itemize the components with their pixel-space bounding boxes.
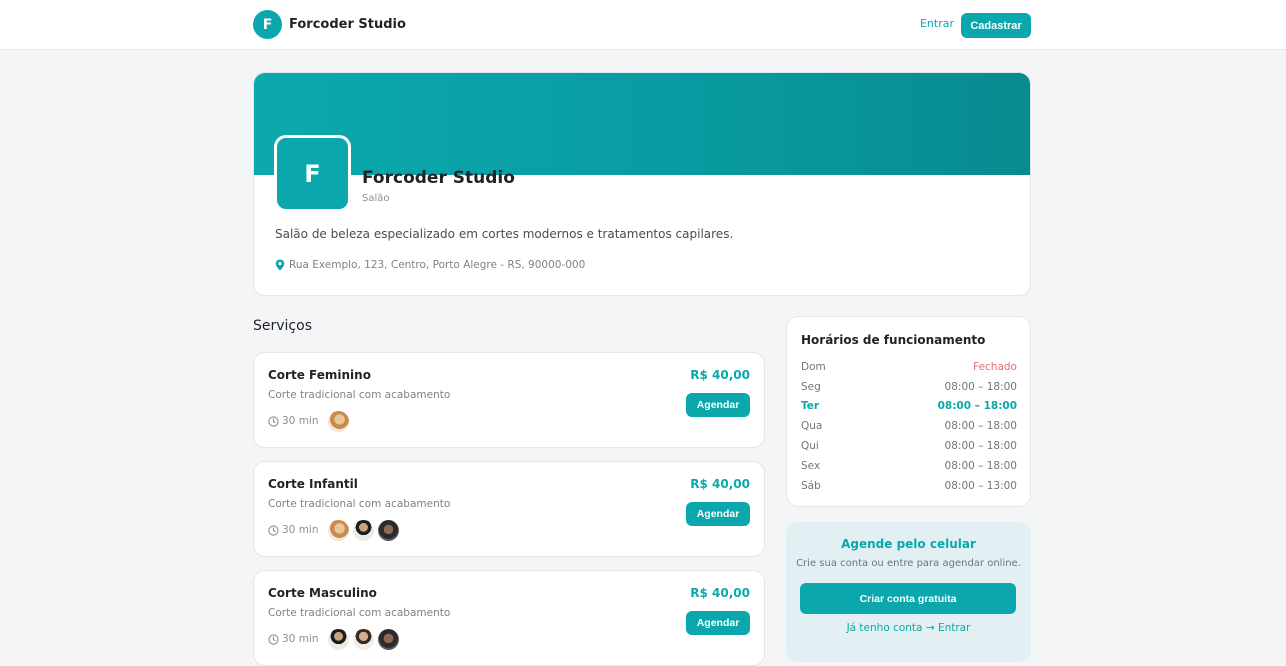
book-button[interactable]: Agendar <box>686 393 750 417</box>
hours-day: Qua <box>801 420 823 433</box>
service-description: Corte tradicional com acabamento <box>268 607 451 619</box>
business-address: Rua Exemplo, 123, Centro, Porto Alegre -… <box>275 259 585 271</box>
brand[interactable]: F Forcoder Studio <box>253 10 406 39</box>
create-account-button[interactable]: Criar conta gratuita <box>800 583 1016 614</box>
professional-avatar[interactable] <box>352 628 374 650</box>
brand-name: Forcoder Studio <box>289 17 406 32</box>
hours-row: Seg 08:00 – 18:00 <box>801 377 1017 397</box>
hours-row: Qui 08:00 – 18:00 <box>801 436 1017 456</box>
duration-text: 30 min <box>282 524 319 536</box>
service-duration: 30 min <box>268 633 319 645</box>
business-description: Salão de beleza especializado em cortes … <box>275 227 734 241</box>
book-button[interactable]: Agendar <box>686 611 750 635</box>
duration-text: 30 min <box>282 415 319 427</box>
hours-day: Seg <box>801 380 821 393</box>
service-meta: 30 min <box>268 628 403 650</box>
business-avatar: F <box>274 135 351 212</box>
service-card: Corte Masculino Corte tradicional com ac… <box>253 570 765 666</box>
hours-row: Dom Fechado <box>801 357 1017 377</box>
opening-hours-title: Horários de funcionamento <box>801 333 986 347</box>
service-name: Corte Infantil <box>268 477 358 491</box>
hours-time: 08:00 – 18:00 <box>944 380 1017 393</box>
opening-hours-list: Dom Fechado Seg 08:00 – 18:00 Ter 08:00 … <box>801 357 1017 496</box>
hours-day: Dom <box>801 360 826 373</box>
professional-avatar[interactable] <box>327 628 349 650</box>
business-profile-card: F Forcoder Studio Salão Salão de beleza … <box>253 72 1031 296</box>
clock-icon <box>268 524 279 536</box>
service-price: R$ 40,00 <box>690 368 750 382</box>
hours-row: Sáb 08:00 – 13:00 <box>801 476 1017 496</box>
hours-row: Sex 08:00 – 18:00 <box>801 456 1017 476</box>
services-heading: Serviços <box>253 318 312 334</box>
mobile-booking-promo: Agende pelo celular Crie sua conta ou en… <box>786 522 1031 662</box>
service-description: Corte tradicional com acabamento <box>268 389 451 401</box>
service-price: R$ 40,00 <box>690 477 750 491</box>
service-duration: 30 min <box>268 415 319 427</box>
service-name: Corte Feminino <box>268 368 371 382</box>
promo-subtitle: Crie sua conta ou entre para agendar onl… <box>796 558 1021 569</box>
service-duration: 30 min <box>268 524 319 536</box>
hours-day: Sáb <box>801 479 821 492</box>
professional-avatar[interactable] <box>377 628 399 650</box>
service-card: Corte Infantil Corte tradicional com aca… <box>253 461 765 557</box>
hours-row-today: Ter 08:00 – 18:00 <box>801 397 1017 417</box>
hours-time: 08:00 – 18:00 <box>944 440 1017 453</box>
business-category: Salão <box>362 193 390 204</box>
service-description: Corte tradicional com acabamento <box>268 498 451 510</box>
duration-text: 30 min <box>282 633 319 645</box>
address-text: Rua Exemplo, 123, Centro, Porto Alegre -… <box>289 259 586 271</box>
service-meta: 30 min <box>268 410 353 432</box>
clock-icon <box>268 415 279 427</box>
hours-time: 08:00 – 18:00 <box>944 420 1017 433</box>
service-price: R$ 40,00 <box>690 586 750 600</box>
professional-avatar[interactable] <box>377 519 399 541</box>
opening-hours-card: Horários de funcionamento Dom Fechado Se… <box>786 316 1031 507</box>
login-link[interactable]: Entrar <box>916 17 958 30</box>
hours-day: Sex <box>801 459 821 472</box>
book-button[interactable]: Agendar <box>686 502 750 526</box>
top-nav: F Forcoder Studio Entrar Cadastrar <box>0 0 1286 50</box>
hours-time: 08:00 – 18:00 <box>944 459 1017 472</box>
service-name: Corte Masculino <box>268 586 377 600</box>
professional-avatar[interactable] <box>327 519 349 541</box>
hours-day: Qui <box>801 440 819 453</box>
professional-avatar[interactable] <box>352 519 374 541</box>
hours-time: 08:00 – 18:00 <box>937 400 1017 413</box>
professional-avatar[interactable] <box>327 410 349 432</box>
hours-time: 08:00 – 13:00 <box>944 479 1017 492</box>
map-pin-icon <box>275 259 285 271</box>
hours-row: Qua 08:00 – 18:00 <box>801 416 1017 436</box>
promo-title: Agende pelo celular <box>841 537 976 551</box>
business-name: Forcoder Studio <box>362 168 515 188</box>
brand-logo: F <box>253 10 282 39</box>
hours-time: Fechado <box>973 360 1017 373</box>
clock-icon <box>268 633 279 645</box>
service-card: Corte Feminino Corte tradicional com aca… <box>253 352 765 448</box>
existing-account-login-link[interactable]: Já tenho conta → Entrar <box>786 622 1031 634</box>
signup-button[interactable]: Cadastrar <box>961 13 1031 38</box>
cover-banner <box>254 73 1030 175</box>
service-meta: 30 min <box>268 519 403 541</box>
hours-day: Ter <box>801 400 820 413</box>
